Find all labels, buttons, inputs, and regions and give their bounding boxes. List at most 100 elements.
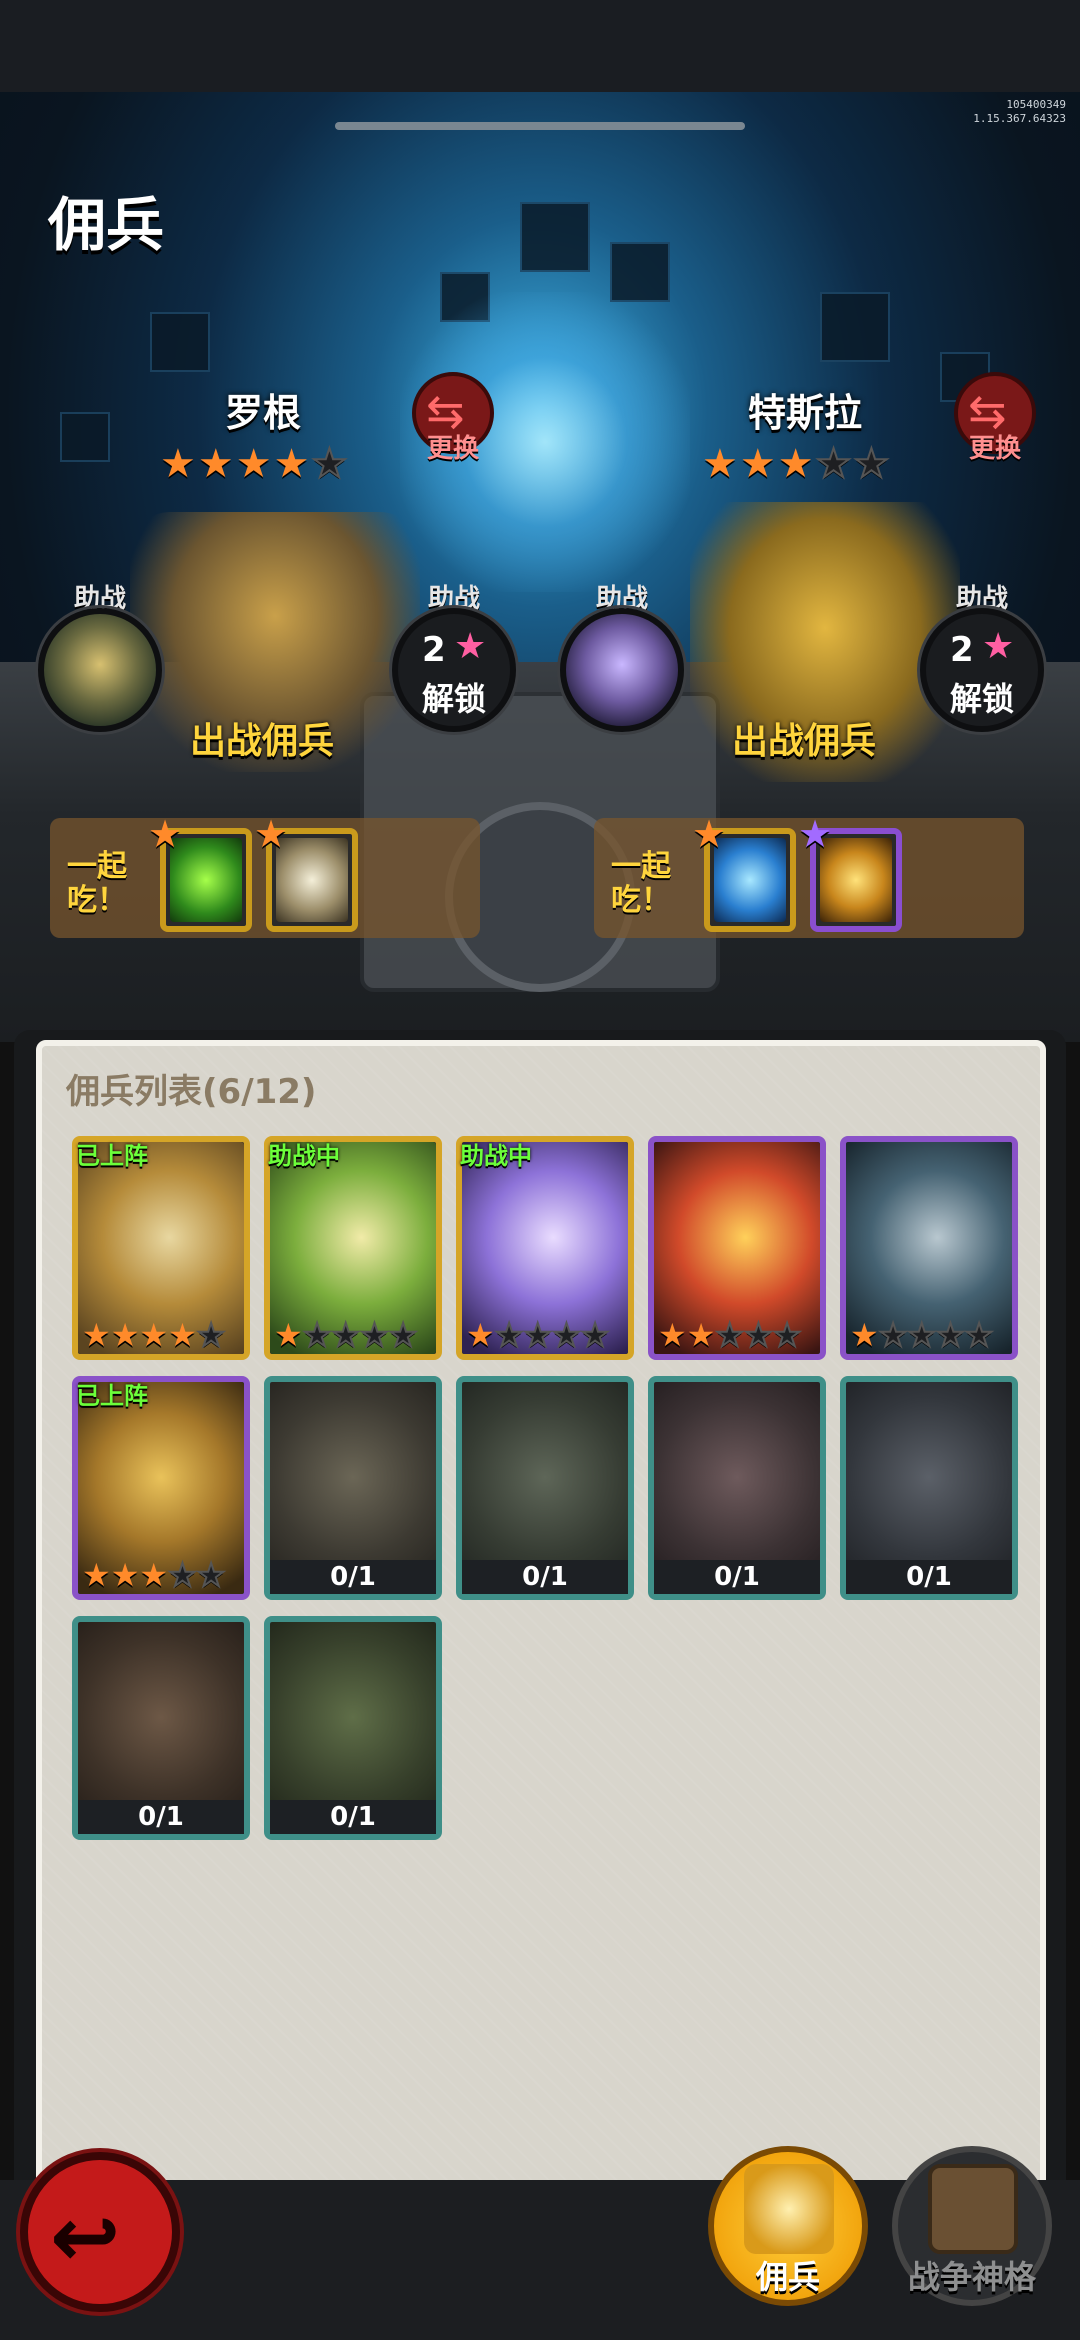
page-title: 佣兵 bbox=[48, 191, 165, 259]
slot2-swap-button[interactable]: ⇆ 更换 bbox=[954, 372, 1036, 468]
card-stars: ★ ★ ★ ★ ★ bbox=[82, 1556, 227, 1594]
star-icon: ★ bbox=[906, 1316, 937, 1354]
drag-handle[interactable] bbox=[335, 122, 745, 130]
locked-mercenary-card[interactable]: 0/1 bbox=[264, 1376, 442, 1600]
slot1-eat-label: 一起吃！ bbox=[67, 849, 127, 918]
star-icon: ★ bbox=[982, 626, 1015, 667]
unlock-requirement: 2 bbox=[950, 630, 974, 670]
slot2-stars: ★ ★ ★ ★ ★ bbox=[702, 441, 890, 487]
shard-count: 0/1 bbox=[78, 1800, 244, 1834]
version-number: 1.15.367.64323 bbox=[973, 112, 1066, 125]
star-icon: ★ bbox=[686, 1316, 716, 1354]
star-icon: ★ bbox=[110, 1316, 140, 1354]
star-icon: ★ bbox=[330, 1316, 361, 1354]
card-stars: ★ ★ ★ ★ ★ bbox=[850, 1316, 995, 1354]
locked-mercenary-card[interactable]: 0/1 bbox=[840, 1376, 1018, 1600]
card-status: 助战中 bbox=[268, 1142, 340, 1170]
mercenary-card[interactable]: ★ ★ ★ ★ ★ bbox=[648, 1136, 826, 1360]
star-icon: ★ bbox=[692, 812, 727, 856]
mercenary-card[interactable]: 已上阵 ★ ★ ★ ★ ★ bbox=[72, 1136, 250, 1360]
star-icon: ★ bbox=[454, 626, 487, 667]
shard-count: 0/1 bbox=[462, 1560, 628, 1594]
star-icon: ★ bbox=[274, 1316, 303, 1354]
star-icon: ★ bbox=[139, 1316, 169, 1354]
star-icon: ★ bbox=[964, 1316, 995, 1354]
star-icon: ★ bbox=[551, 1316, 582, 1354]
shard-count: 0/1 bbox=[654, 1560, 820, 1594]
star-icon: ★ bbox=[852, 441, 890, 487]
star-icon: ★ bbox=[167, 1556, 198, 1594]
unlock-label: 解锁 bbox=[421, 680, 486, 718]
slot1-skill-2[interactable]: ★ bbox=[254, 812, 358, 932]
shard-count: 0/1 bbox=[270, 1800, 436, 1834]
star-icon: ★ bbox=[658, 1316, 687, 1354]
version-build: 105400349 bbox=[1006, 98, 1066, 111]
card-stars: ★ ★ ★ ★ ★ bbox=[82, 1316, 226, 1354]
back-button[interactable]: ↩ bbox=[20, 2152, 180, 2312]
star-icon: ★ bbox=[815, 441, 853, 487]
star-icon: ★ bbox=[110, 1556, 140, 1594]
star-icon: ★ bbox=[850, 1316, 879, 1354]
card-stars: ★ ★ ★ ★ ★ bbox=[274, 1316, 418, 1354]
bg-cube bbox=[60, 412, 110, 462]
card-status: 助战中 bbox=[460, 1142, 532, 1170]
star-icon: ★ bbox=[702, 441, 738, 487]
star-icon: ★ bbox=[82, 1316, 111, 1354]
mercenary-card[interactable]: 助战中 ★ ★ ★ ★ ★ bbox=[456, 1136, 634, 1360]
star-icon: ★ bbox=[798, 812, 833, 856]
nav-war-god-label: 战争神格 bbox=[907, 2258, 1036, 2296]
star-icon: ★ bbox=[273, 441, 310, 487]
nav-mercenary-label: 佣兵 bbox=[755, 2258, 820, 2296]
star-icon: ★ bbox=[878, 1316, 909, 1354]
star-icon: ★ bbox=[139, 1556, 169, 1594]
card-stars: ★ ★ ★ ★ ★ bbox=[466, 1316, 611, 1354]
slot2-assist-left[interactable]: 助战 bbox=[552, 582, 692, 732]
slot2-skill-2[interactable]: ★ bbox=[798, 812, 902, 932]
mercenary-helmet-icon bbox=[744, 2164, 834, 2254]
back-arrow-icon: ↩ bbox=[50, 2188, 121, 2286]
swap-label: 更换 bbox=[426, 434, 479, 464]
mercenary-card[interactable]: 助战中 ★ ★ ★ ★ ★ bbox=[264, 1136, 442, 1360]
shard-count: 0/1 bbox=[270, 1560, 436, 1594]
slot2-assist-right[interactable]: 助战 2 ★ 解锁 bbox=[912, 582, 1052, 732]
slot2-eat-label: 一起吃！ bbox=[611, 849, 671, 918]
formation-scene: 105400349 1.15.367.64323 佣兵 罗根 ★ ★ ★ ★ ★… bbox=[0, 92, 1080, 1042]
locked-mercenary-card[interactable]: 0/1 bbox=[648, 1376, 826, 1600]
slot1-swap-button[interactable]: ⇆ 更换 bbox=[412, 372, 494, 468]
star-icon: ★ bbox=[196, 1556, 227, 1594]
star-icon: ★ bbox=[772, 1316, 803, 1354]
assist-portrait bbox=[38, 608, 162, 732]
star-icon: ★ bbox=[160, 441, 196, 487]
star-icon: ★ bbox=[466, 1316, 495, 1354]
status-bar bbox=[0, 0, 1080, 92]
star-icon: ★ bbox=[935, 1316, 966, 1354]
star-icon: ★ bbox=[580, 1316, 611, 1354]
slot1-assist-left[interactable]: 助战 bbox=[30, 582, 170, 732]
unlock-label: 解锁 bbox=[949, 680, 1014, 718]
mercenary-card[interactable]: ★ ★ ★ ★ ★ bbox=[840, 1136, 1018, 1360]
slot2-deploy-label: 出战佣兵 bbox=[732, 721, 877, 762]
star-icon: ★ bbox=[254, 812, 289, 856]
star-icon: ★ bbox=[743, 1316, 774, 1354]
slot2-name: 特斯拉 bbox=[748, 391, 863, 435]
locked-mercenary-card[interactable]: 0/1 bbox=[72, 1616, 250, 1840]
star-icon: ★ bbox=[714, 1316, 745, 1354]
locked-mercenary-card[interactable]: 0/1 bbox=[456, 1376, 634, 1600]
card-status: 已上阵 bbox=[76, 1142, 148, 1170]
slot1-name: 罗根 bbox=[225, 391, 302, 435]
star-icon: ★ bbox=[777, 441, 814, 487]
bg-cube bbox=[150, 312, 210, 372]
shard-count: 0/1 bbox=[846, 1560, 1012, 1594]
mercenary-card[interactable]: 已上阵 ★ ★ ★ ★ ★ bbox=[72, 1376, 250, 1600]
war-god-tablet-icon bbox=[928, 2164, 1018, 2254]
swap-label: 更换 bbox=[968, 434, 1021, 464]
slot2-skill-1[interactable]: ★ bbox=[692, 812, 796, 932]
star-icon: ★ bbox=[522, 1316, 553, 1354]
locked-mercenary-card[interactable]: 0/1 bbox=[264, 1616, 442, 1840]
star-icon: ★ bbox=[168, 1316, 197, 1354]
slot1-skill-1[interactable]: ★ bbox=[148, 812, 252, 932]
mercenary-list-panel: 佣兵列表(6/12) 已上阵 ★ ★ ★ ★ ★ 助战中 ★ ★ ★ ★ ★ 助战中 ★ ★ ★ ★ ★… bbox=[36, 1040, 1046, 2190]
slot1-assist-right[interactable]: 助战 2 ★ 解锁 bbox=[384, 582, 524, 732]
card-status: 已上阵 bbox=[76, 1382, 148, 1410]
bg-cube bbox=[520, 202, 590, 272]
